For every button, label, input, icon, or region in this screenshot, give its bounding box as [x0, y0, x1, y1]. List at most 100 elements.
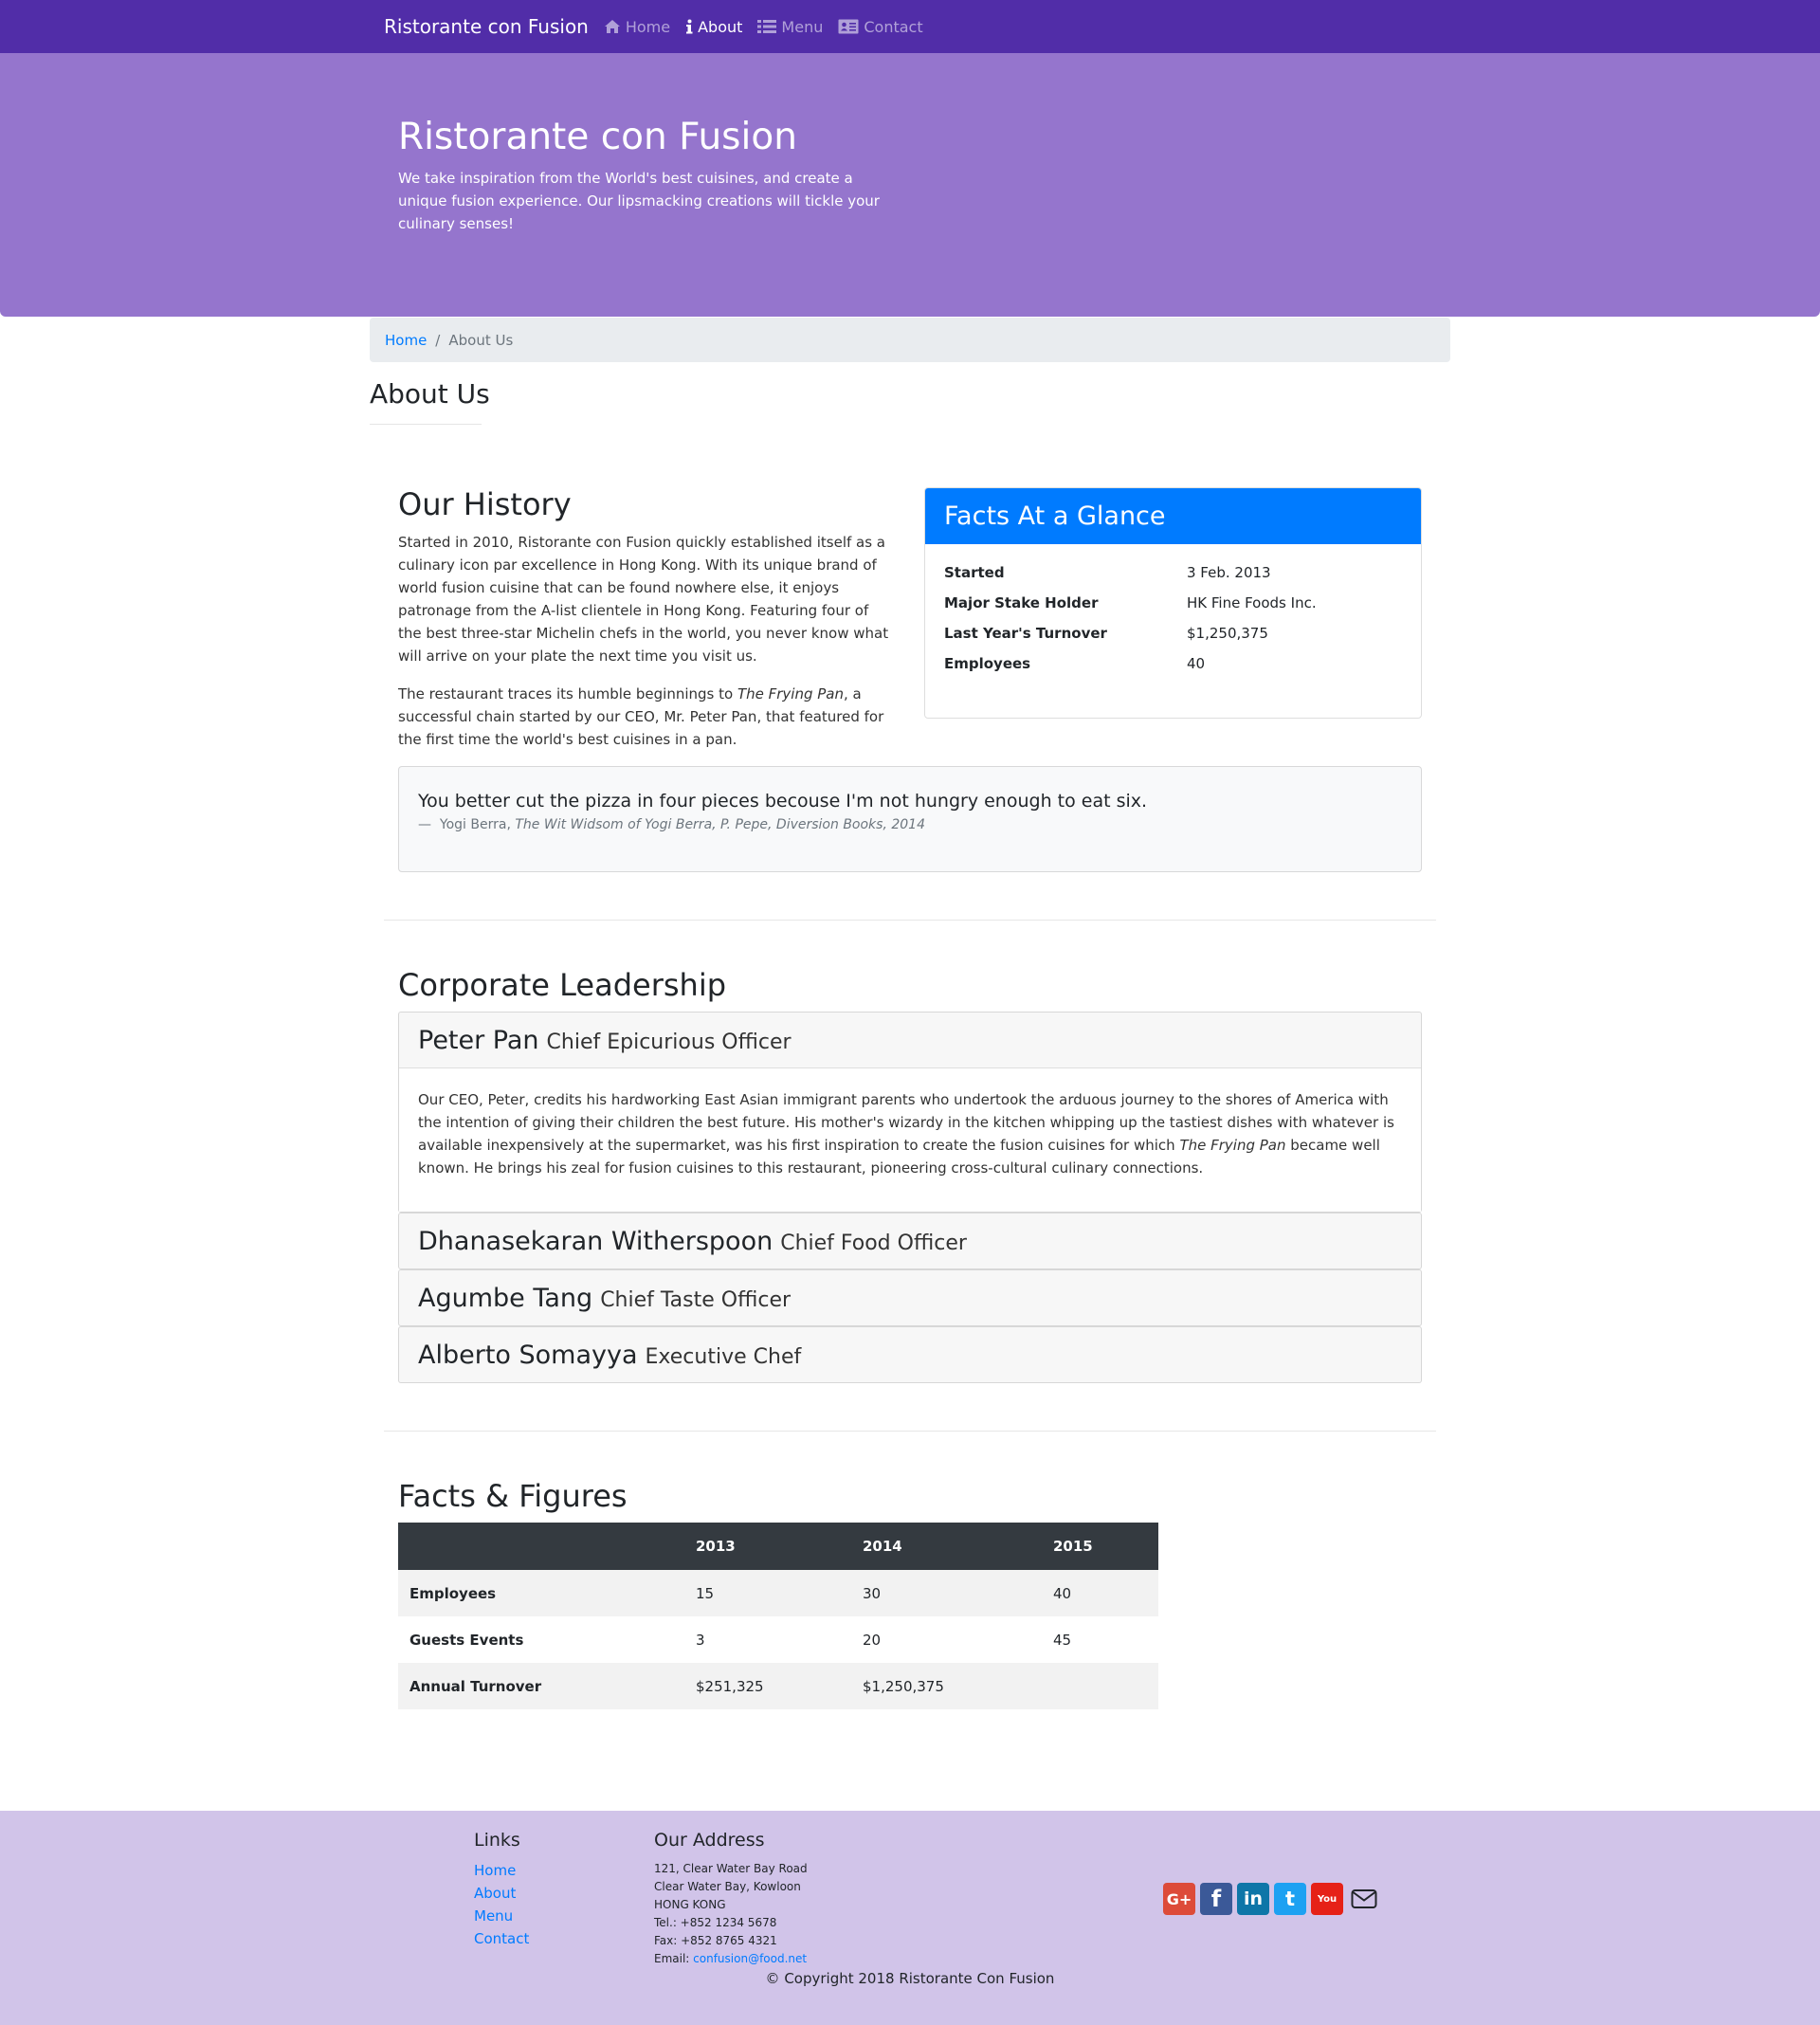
leader-name: Alberto Somayya [418, 1341, 638, 1370]
table-row: Employees 15 30 40 [398, 1570, 1158, 1616]
footer-link-menu[interactable]: Menu [474, 1907, 513, 1925]
leader-role: Chief Taste Officer [600, 1288, 792, 1312]
quote-author: Yogi Berra, [439, 817, 511, 832]
copyright-text: © Copyright 2018 Ristorante Con Fusion [765, 1970, 1055, 1987]
nav-container: Ristorante con Fusion Home About Menu Co… [384, 0, 929, 53]
twitter-icon[interactable]: t [1274, 1883, 1306, 1915]
jumbotron-title: Ristorante con Fusion [398, 116, 797, 158]
footer-link-contact[interactable]: Contact [474, 1930, 529, 1947]
history-paragraph-1: Started in 2010, Ristorante con Fusion q… [398, 534, 889, 665]
nav-home-link[interactable]: Home [604, 18, 670, 36]
table-header-cell: 2015 [1042, 1523, 1158, 1570]
footer-link-about[interactable]: About [474, 1885, 516, 1902]
address-tel: Tel.: +852 1234 5678 [654, 1916, 777, 1929]
address-line: 121, Clear Water Bay Road [654, 1862, 808, 1875]
fact-label: Employees [944, 655, 1031, 672]
fact-label: Started [944, 564, 1005, 581]
fact-value: HK Fine Foods Inc. [1187, 594, 1317, 611]
leader-role: Chief Food Officer [780, 1231, 967, 1255]
fact-row: Started 3 Feb. 2013 [944, 564, 1271, 581]
mail-icon[interactable] [1348, 1883, 1380, 1915]
social-links: G+ f in t You [1163, 1883, 1385, 1915]
navbar: Ristorante con Fusion Home About Menu Co… [0, 0, 1820, 53]
table-row-header: Employees [398, 1570, 684, 1616]
figures-title: Facts & Figures [398, 1478, 628, 1514]
address-card-icon [838, 19, 859, 34]
table-cell: $251,325 [684, 1663, 851, 1709]
fact-value: $1,250,375 [1187, 625, 1268, 642]
table-header-cell: 2013 [684, 1523, 851, 1570]
nav-contact-label: Contact [864, 17, 923, 36]
table-cell [1042, 1663, 1158, 1709]
google-plus-icon[interactable]: G+ [1163, 1883, 1195, 1915]
quote-dash: — [418, 817, 431, 832]
history-p2-before: The restaurant traces its humble beginni… [398, 685, 737, 702]
facebook-icon[interactable]: f [1200, 1883, 1232, 1915]
table-header-cell [398, 1523, 684, 1570]
footer [0, 1811, 1820, 2025]
breadcrumb-separator: / [435, 331, 441, 349]
table-cell: 15 [684, 1570, 851, 1616]
info-icon [686, 19, 693, 34]
leadership-title: Corporate Leadership [398, 967, 727, 1003]
linkedin-icon[interactable]: in [1237, 1883, 1269, 1915]
table-cell: 30 [851, 1570, 1042, 1616]
breadcrumb-current: About Us [448, 331, 514, 349]
leader-role: Executive Chef [645, 1345, 802, 1369]
leader-header[interactable]: Alberto Somayya Executive Chef [399, 1327, 1421, 1382]
page-title: About Us [370, 378, 490, 410]
address-line: HONG KONG [654, 1898, 726, 1911]
nav-menu-link[interactable]: Menu [757, 18, 823, 36]
leader-header[interactable]: Peter Pan Chief Epicurious Officer [399, 1012, 1421, 1067]
breadcrumb: Home / About Us [370, 318, 1450, 362]
jumbotron-text: We take inspiration from the World's bes… [398, 170, 880, 232]
youtube-icon[interactable]: You [1311, 1883, 1343, 1915]
table-cell: 45 [1053, 1631, 1072, 1649]
fact-value: 3 Feb. 2013 [1187, 564, 1271, 581]
fact-value: 40 [1187, 655, 1206, 672]
nav-about-link[interactable]: About [685, 18, 742, 36]
section-divider [384, 1431, 1436, 1432]
footer-link-home[interactable]: Home [474, 1862, 516, 1879]
leader-name: Peter Pan [418, 1026, 539, 1055]
table-cell: 40 [1042, 1570, 1158, 1616]
history-title: Our History [398, 486, 572, 522]
leader-accordion-item: Alberto Somayya Executive Chef [398, 1326, 1422, 1383]
list-icon [757, 20, 777, 33]
leader-accordion-item: Peter Pan Chief Epicurious Officer Our C… [398, 1012, 1422, 1213]
table-cell: $1,250,375 [851, 1663, 1042, 1709]
nav-contact-link[interactable]: Contact [838, 17, 923, 36]
nav-about-label: About [698, 17, 743, 36]
leader-header[interactable]: Dhanasekaran Witherspoon Chief Food Offi… [399, 1213, 1421, 1268]
nav-home-label: Home [625, 17, 671, 36]
fact-label: Last Year's Turnover [944, 625, 1107, 642]
leader-header[interactable]: Agumbe Tang Chief Taste Officer [399, 1270, 1421, 1325]
table-header-cell: 2014 [851, 1523, 1042, 1570]
facts-card-title: Facts At a Glance [925, 488, 1421, 544]
footer-address-title: Our Address [654, 1830, 765, 1851]
history-p2-emphasis: The Frying Pan [737, 685, 844, 702]
address-email-label: Email: [654, 1952, 694, 1965]
table-row-header: Annual Turnover [398, 1663, 684, 1709]
title-divider [370, 424, 482, 425]
table-row: Annual Turnover $251,325 $1,250,375 [398, 1663, 1158, 1709]
facts-figures-table: 2013 2014 2015 Employees 15 30 40 Guests… [398, 1523, 1158, 1709]
address-email-line: Email: confusion@food.net [654, 1952, 807, 1965]
leader-accordion-item: Agumbe Tang Chief Taste Officer [398, 1269, 1422, 1326]
table-header-row: 2013 2014 2015 [398, 1523, 1158, 1570]
quote-footer: — Yogi Berra, The Wit Widsom of Yogi Ber… [418, 817, 925, 832]
email-link[interactable]: confusion@food.net [693, 1952, 807, 1965]
quote-card: You better cut the pizza in four pieces … [398, 766, 1422, 872]
navbar-brand[interactable]: Ristorante con Fusion [384, 15, 589, 38]
table-row-header: Guests Events [410, 1631, 524, 1649]
fact-row: Major Stake Holder HK Fine Foods Inc. [944, 594, 1317, 611]
leader-bio-emphasis: The Frying Pan [1179, 1137, 1286, 1154]
address-line: Clear Water Bay, Kowloon [654, 1880, 801, 1893]
leader-name: Agumbe Tang [418, 1284, 593, 1313]
address-fax: Fax: +852 8765 4321 [654, 1934, 777, 1947]
breadcrumb-home-link[interactable]: Home [385, 332, 427, 349]
leader-name: Dhanasekaran Witherspoon [418, 1227, 774, 1256]
footer-links-title: Links [474, 1830, 520, 1851]
fact-row: Employees 40 [944, 655, 1205, 672]
leader-bio: Our CEO, Peter, credits his hardworking … [399, 1067, 1421, 1212]
